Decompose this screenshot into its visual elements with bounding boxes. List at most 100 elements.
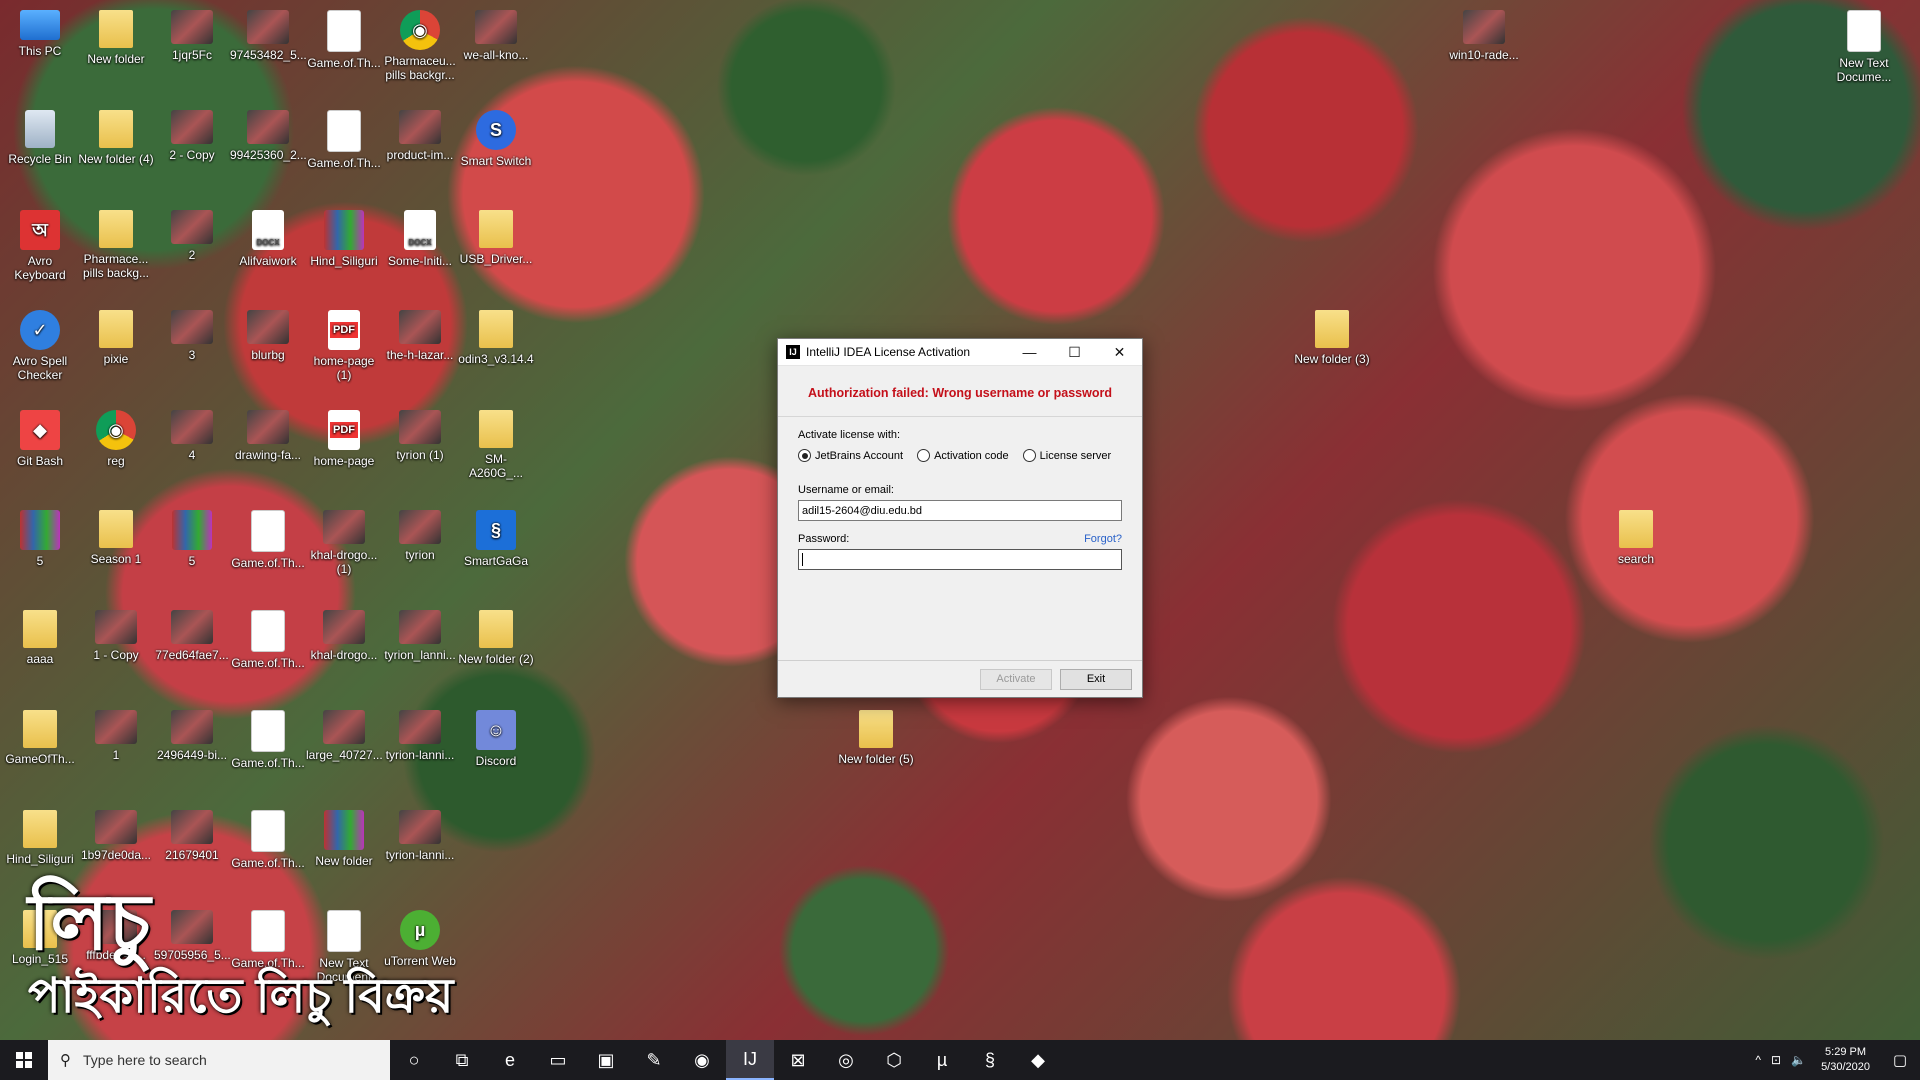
edge-icon[interactable]: e [486,1040,534,1080]
file-explorer-icon[interactable]: ▭ [534,1040,582,1080]
desktop-icon[interactable]: § SmartGaGa [458,504,534,596]
desktop-icon[interactable]: 2496449-bi... [154,704,230,796]
exit-button[interactable]: Exit [1060,668,1132,690]
chevron-up-icon[interactable]: ^ [1750,1053,1766,1067]
activate-button[interactable]: Activate [980,668,1052,690]
desktop-icon[interactable]: 3 [154,304,230,396]
desktop-icon[interactable]: PDF home-page [306,404,382,496]
start-button[interactable] [0,1040,48,1080]
desktop-icon[interactable]: Game.of.Th... [306,104,382,196]
desktop-icon[interactable]: SM-A260G_... [458,404,534,496]
doc-icon [251,910,285,952]
desktop-icon[interactable]: ◆ Git Bash [2,404,78,496]
desktop-icon[interactable]: Game.of.Th... [306,4,382,96]
desktop-icon[interactable]: New folder (2) [458,604,534,696]
desktop-icon[interactable]: Season 1 [78,504,154,596]
smartgaga-icon[interactable]: § [966,1040,1014,1080]
desktop-icon[interactable]: 1 - Copy [78,604,154,696]
desktop-icon[interactable]: 1 [78,704,154,796]
desktop-icon[interactable]: ✓ Avro Spell Checker [2,304,78,396]
desktop-icon[interactable]: the-h-lazar... [382,304,458,396]
desktop-icon[interactable]: tyrion (1) [382,404,458,496]
pycharm-icon[interactable]: ◆ [1014,1040,1062,1080]
radio-license-server[interactable]: License server [1022,449,1111,462]
radio-jetbrains-account[interactable]: JetBrains Account [798,449,903,462]
desktop-icon[interactable]: অ Avro Keyboard [2,204,78,296]
desktop-icon[interactable]: S Smart Switch [458,104,534,196]
desktop-icon[interactable]: tyrion [382,504,458,596]
desktop-icon[interactable]: This PC [2,4,78,96]
password-input[interactable] [798,549,1122,570]
minimize-button[interactable]: — [1007,339,1052,365]
desktop-icon[interactable]: 5 [154,504,230,596]
desktop-icon[interactable]: New folder (3) [1294,304,1370,396]
desktop-icon[interactable]: pixie [78,304,154,396]
desktop-icon[interactable]: tyrion-lanni... [382,804,458,896]
desktop-icon[interactable]: New folder (4) [78,104,154,196]
desktop-icon[interactable]: khal-drogo... (1) [306,504,382,596]
desktop-icon[interactable]: Game.of.Th... [230,704,306,796]
desktop-icon[interactable]: New folder [306,804,382,896]
desktop-icon[interactable]: 1jqr5Fc [154,4,230,96]
desktop-icon[interactable]: 5 [2,504,78,596]
desktop-icon[interactable]: ☺ Discord [458,704,534,796]
store-icon[interactable]: ▣ [582,1040,630,1080]
desktop-icon[interactable]: DOCX Alifvaiwork [230,204,306,296]
desktop-icon[interactable]: 21679401 [154,804,230,896]
desktop-icon[interactable]: Game.of.Th... [230,504,306,596]
desktop-icon[interactable]: khal-drogo... [306,604,382,696]
utorrent-icon[interactable]: µ [918,1040,966,1080]
inkscape-icon[interactable]: ✎ [630,1040,678,1080]
desktop-icon[interactable]: tyrion-lanni... [382,704,458,796]
desktop-icon[interactable]: tyrion_lanni... [382,604,458,696]
network-icon[interactable]: ⊡ [1766,1053,1786,1067]
virtualbox-icon[interactable]: ⬡ [870,1040,918,1080]
desktop-icon[interactable]: we-all-kno... [458,4,534,96]
maximize-button[interactable]: ☐ [1052,339,1097,365]
close-button[interactable]: ✕ [1097,339,1142,365]
desktop-icon[interactable]: odin3_v3.14.4 [458,304,534,396]
desktop-icon[interactable]: DOCX Some-Initi... [382,204,458,296]
desktop-icon[interactable]: blurbg [230,304,306,396]
desktop-icon[interactable]: Game.of.Th... [230,604,306,696]
clock[interactable]: 5:29 PM 5/30/2020 [1811,1045,1880,1075]
cortana-icon[interactable]: ○ [390,1040,438,1080]
task-view-icon[interactable]: ⧉ [438,1040,486,1080]
desktop-icon[interactable]: Recycle Bin [2,104,78,196]
desktop-icon[interactable]: aaaa [2,604,78,696]
chrome-icon[interactable]: ◉ [678,1040,726,1080]
desktop-icon[interactable]: search [1598,504,1674,596]
desktop-icon[interactable]: GameOfTh... [2,704,78,796]
desktop-icon[interactable]: win10-rade... [1446,4,1522,96]
volume-icon[interactable]: 🔈 [1786,1053,1811,1067]
desktop-icon[interactable]: 2 - Copy [154,104,230,196]
desktop-icon[interactable]: USB_Driver... [458,204,534,296]
desktop-icon[interactable]: 2 [154,204,230,296]
desktop-icon[interactable]: ◉ reg [78,404,154,496]
desktop-icon[interactable]: Pharmace... pills backg... [78,204,154,296]
taskbar-search-box[interactable]: ⚲ Type here to search [48,1040,390,1080]
username-input[interactable]: adil15-2604@diu.edu.bd [798,500,1122,521]
desktop-icon[interactable]: 4 [154,404,230,496]
desktop-icon[interactable]: PDF home-page (1) [306,304,382,396]
desktop-icon[interactable]: 77ed64fae7... [154,604,230,696]
desktop-icon[interactable]: ◉ Pharmaceu... pills backgr... [382,4,458,96]
desktop-icon[interactable]: Hind_Siliguri [306,204,382,296]
dialog-titlebar[interactable]: IJ IntelliJ IDEA License Activation — ☐ … [778,339,1142,366]
desktop-icon[interactable]: drawing-fa... [230,404,306,496]
intellij-icon[interactable]: IJ [726,1040,774,1080]
desktop-icon[interactable]: product-im... [382,104,458,196]
desktop-icon[interactable]: 97453482_5... [230,4,307,96]
notification-center-icon[interactable]: ▢ [1880,1051,1920,1069]
forgot-link[interactable]: Forgot? [1084,533,1122,545]
desktop-icon[interactable]: New folder [78,4,154,96]
color-picker-icon[interactable]: ◎ [822,1040,870,1080]
desktop-icon[interactable]: large_40727... [306,704,383,796]
desktop-icon[interactable]: New Text Docume... [1826,4,1902,96]
xampp-icon[interactable]: ⊠ [774,1040,822,1080]
desktop-icon[interactable]: Game.of.Th... [230,804,306,896]
radio-activation-code[interactable]: Activation code [917,449,1009,462]
username-value: adil15-2604@diu.edu.bd [802,504,923,517]
desktop-icon[interactable]: 99425360_2... [230,104,307,196]
desktop-icon[interactable]: New folder (5) [838,704,914,796]
